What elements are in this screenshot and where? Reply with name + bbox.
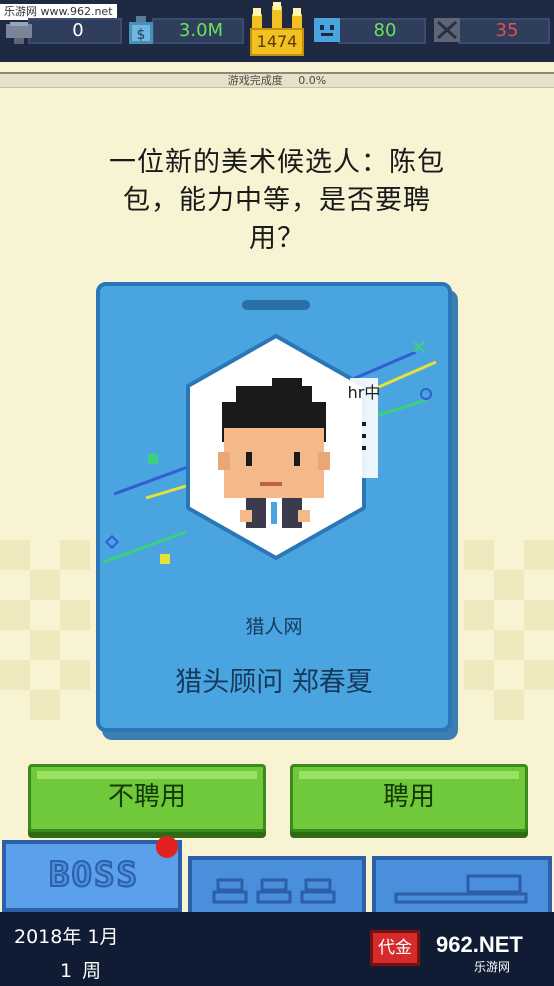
game-progress-bar: 游戏完成度 0.0%	[0, 72, 554, 88]
notification-dot	[156, 836, 178, 858]
logo-big: 962.NET	[436, 932, 523, 957]
confetti-streak	[103, 530, 187, 564]
week-unit: 周	[82, 960, 102, 982]
money-bag-icon: $	[126, 14, 156, 46]
tab-boss-label: BOSS	[48, 855, 139, 895]
decline-button[interactable]: 不聘用	[28, 764, 266, 832]
card-company: 猎人网	[245, 616, 303, 638]
stat-error: 35	[432, 14, 550, 46]
stat-error-value: 35	[495, 20, 519, 41]
stat-trophy: 0	[4, 14, 122, 46]
confetti-streak	[345, 350, 417, 384]
stat-money-value: 3.0M	[178, 20, 224, 41]
svg-text:$: $	[137, 27, 146, 43]
confetti-streak	[375, 398, 427, 418]
card-holder-name: 猎头顾问 郑春夏	[175, 667, 373, 698]
progress-value: 0.0%	[298, 74, 327, 87]
week-number: 1	[60, 960, 73, 982]
hire-button[interactable]: 聘用	[290, 764, 528, 832]
confetti-streak	[113, 462, 197, 496]
hire-button-label: 聘用	[382, 782, 435, 812]
decline-button-label: 不聘用	[107, 782, 186, 812]
tab-boss[interactable]: BOSS	[2, 840, 182, 912]
progress-label: 游戏完成度	[227, 74, 283, 87]
card-artwork: hr中	[103, 333, 437, 564]
confetti-streak	[145, 484, 187, 500]
logo-small: 乐游网	[474, 960, 511, 974]
crown-score: 1474	[246, 2, 308, 58]
stat-money: $ 3.0M	[126, 14, 244, 46]
voucher-button[interactable]: 代金	[370, 930, 420, 966]
stat-trophy-value: 0	[72, 20, 84, 41]
stat-mood: 80	[312, 14, 426, 46]
site-logo: 962.NET 乐游网	[420, 928, 550, 978]
confetti-square	[148, 454, 158, 464]
badge-text-top: hr中	[348, 383, 381, 402]
confetti-square	[160, 554, 170, 564]
smiley-face-icon	[312, 14, 342, 46]
game-week: 1周	[50, 956, 101, 983]
stat-mood-value: 80	[373, 20, 397, 41]
hire-question: 一位新的美术候选人：陈包包，能力中等，是否要聘用？	[109, 147, 445, 254]
cross-box-icon	[432, 14, 462, 46]
crown-score-value: 1474	[256, 32, 298, 51]
game-date: 2018年 1月	[14, 926, 119, 948]
trophy-icon	[4, 14, 34, 46]
confetti-ring	[420, 388, 432, 400]
confetti-diamond	[104, 534, 120, 550]
